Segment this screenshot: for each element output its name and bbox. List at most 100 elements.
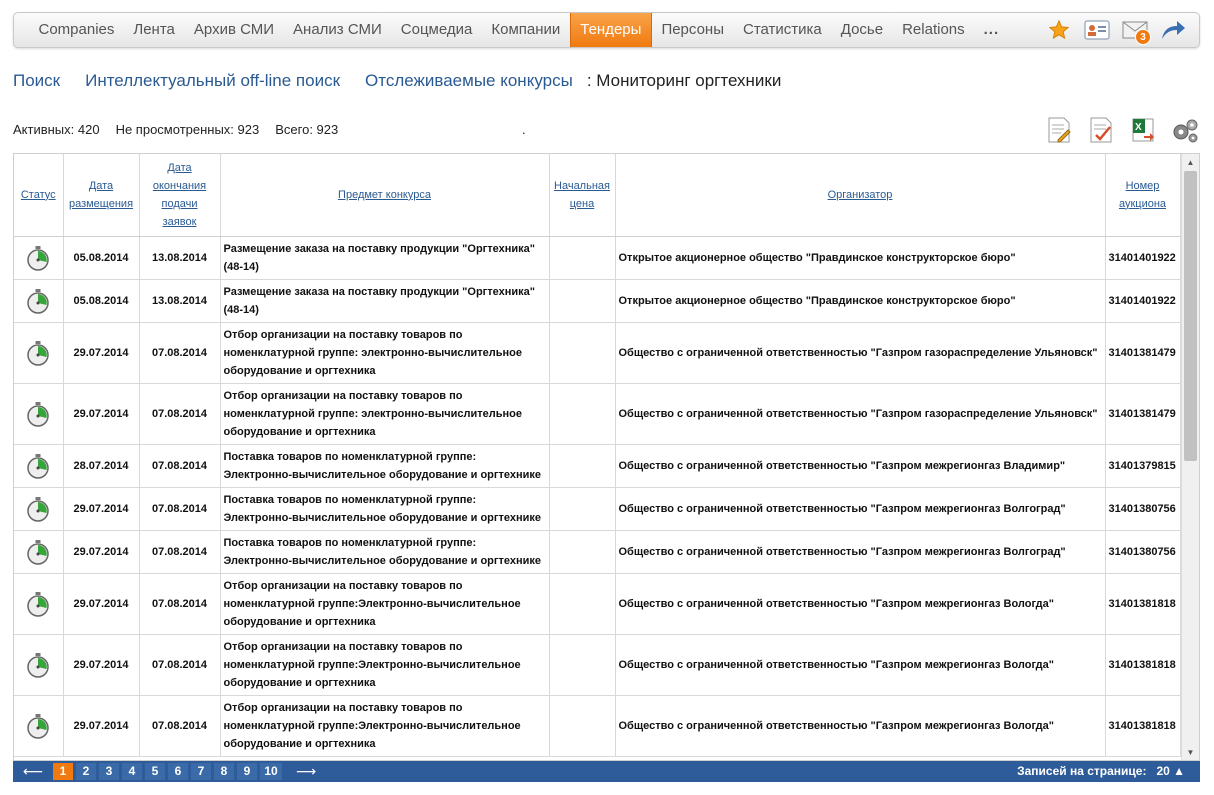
- organizer-cell[interactable]: Общество с ограниченной ответственностью…: [615, 322, 1106, 384]
- subject-cell[interactable]: Размещение заказа на поставку продукции …: [220, 236, 550, 280]
- column-header-price[interactable]: Начальная цена: [549, 154, 616, 237]
- records-per-page-select[interactable]: 20 ▲: [1156, 764, 1185, 778]
- price-cell: [549, 279, 616, 323]
- price-cell: [549, 573, 616, 635]
- table-row[interactable]: 05.08.2014 13.08.2014 Размещение заказа на…: [14, 279, 1181, 323]
- date-posted-cell: 05.08.2014: [63, 279, 140, 323]
- date-posted-cell: 29.07.2014: [63, 573, 140, 635]
- settings-gears-icon[interactable]: [1170, 115, 1200, 145]
- date-end-cell: 07.08.2014: [139, 530, 221, 574]
- breadcrumb-offline-search[interactable]: Интеллектуальный off-line поиск: [85, 71, 340, 91]
- organizer-cell[interactable]: Общество с ограниченной ответственностью…: [615, 383, 1106, 445]
- vertical-scrollbar[interactable]: ▲ ▼: [1181, 154, 1199, 760]
- next-page-arrow-icon[interactable]: ⟶: [289, 763, 323, 780]
- page-number-4[interactable]: 4: [122, 763, 142, 780]
- nav-menu: Companies Лента Архив СМИ Анализ СМИ Соцмеди…: [29, 13, 1009, 47]
- page-number-10[interactable]: 10: [260, 763, 282, 780]
- page-number-3[interactable]: 3: [99, 763, 119, 780]
- table-row[interactable]: 05.08.2014 13.08.2014 Размещение заказа на…: [14, 236, 1181, 280]
- checklist-icon[interactable]: [1086, 115, 1116, 145]
- organizer-cell[interactable]: Общество с ограниченной ответственностью…: [615, 530, 1106, 574]
- date-posted-cell: 29.07.2014: [63, 383, 140, 445]
- nav-item-4[interactable]: Соцмедиа: [391, 13, 482, 47]
- nav-item-3[interactable]: Анализ СМИ: [284, 13, 392, 47]
- subject-cell[interactable]: Отбор организации на поставку товаров по…: [220, 573, 550, 635]
- auction-number-cell: 31401381818: [1105, 634, 1181, 696]
- page-number-5[interactable]: 5: [145, 763, 165, 780]
- scroll-up-arrow-icon[interactable]: ▲: [1182, 154, 1199, 170]
- nav-item-0[interactable]: Companies: [29, 13, 124, 47]
- scroll-down-arrow-icon[interactable]: ▼: [1182, 744, 1199, 760]
- column-header-organizer[interactable]: Организатор: [615, 154, 1106, 237]
- page-number-6[interactable]: 6: [168, 763, 188, 780]
- column-header-date-posted[interactable]: Дата размещения: [63, 154, 140, 237]
- organizer-cell[interactable]: Открытое акционерное общество "Правдинск…: [615, 236, 1106, 280]
- subject-cell[interactable]: Поставка товаров по номенклатурной групп…: [220, 530, 550, 574]
- page-number-2[interactable]: 2: [76, 763, 96, 780]
- nav-item-11[interactable]: ...: [974, 13, 1009, 47]
- table-row[interactable]: 29.07.2014 07.08.2014 Поставка товаров по …: [14, 487, 1181, 531]
- page-number-1[interactable]: 1: [53, 763, 73, 780]
- contact-card-icon[interactable]: [1083, 17, 1111, 43]
- organizer-cell[interactable]: Общество с ограниченной ответственностью…: [615, 573, 1106, 635]
- page-number-7[interactable]: 7: [191, 763, 211, 780]
- organizer-cell[interactable]: Общество с ограниченной ответственностью…: [615, 634, 1106, 696]
- column-header-auction-number[interactable]: Номер аукциона: [1105, 154, 1181, 237]
- nav-item-8[interactable]: Статистика: [733, 13, 831, 47]
- nav-item-6[interactable]: Тендеры: [569, 13, 652, 47]
- mail-icon[interactable]: 3: [1121, 17, 1151, 45]
- table-row[interactable]: 28.07.2014 07.08.2014 Поставка товаров по …: [14, 444, 1181, 488]
- favorites-star-icon[interactable]: [1045, 17, 1073, 43]
- table-row[interactable]: 29.07.2014 07.08.2014 Отбор организации на…: [14, 634, 1181, 696]
- nav-item-5[interactable]: Компании: [482, 13, 570, 47]
- nav-item-9[interactable]: Досье: [831, 13, 892, 47]
- edit-notes-icon[interactable]: [1044, 115, 1074, 145]
- organizer-cell[interactable]: Общество с ограниченной ответственностью…: [615, 487, 1106, 531]
- subject-cell[interactable]: Отбор организации на поставку товаров по…: [220, 383, 550, 445]
- status-cell: [14, 695, 64, 757]
- subject-cell[interactable]: Размещение заказа на поставку продукции …: [220, 279, 550, 323]
- subject-cell[interactable]: Отбор организации на поставку товаров по…: [220, 322, 550, 384]
- auction-number-cell: 31401401922: [1105, 236, 1181, 280]
- status-cell: [14, 322, 64, 384]
- auction-number-cell: 31401381818: [1105, 573, 1181, 635]
- organizer-cell[interactable]: Общество с ограниченной ответственностью…: [615, 444, 1106, 488]
- column-header-subject[interactable]: Предмет конкурса: [220, 154, 550, 237]
- table-row[interactable]: 29.07.2014 07.08.2014 Отбор организации на…: [14, 322, 1181, 384]
- subject-cell[interactable]: Поставка товаров по номенклатурной групп…: [220, 487, 550, 531]
- breadcrumb-search[interactable]: Поиск: [13, 71, 60, 91]
- auction-number-cell: 31401381479: [1105, 383, 1181, 445]
- table-row[interactable]: 29.07.2014 07.08.2014 Отбор организации на…: [14, 383, 1181, 445]
- column-header-date-end[interactable]: Дата окончания подачи заявок: [139, 154, 221, 237]
- svg-text:X: X: [1135, 122, 1142, 133]
- nav-item-2[interactable]: Архив СМИ: [184, 13, 283, 47]
- table-row[interactable]: 29.07.2014 07.08.2014 Отбор организации на…: [14, 573, 1181, 635]
- scrollbar-thumb[interactable]: [1184, 171, 1197, 461]
- nav-item-10[interactable]: Relations: [893, 13, 975, 47]
- stopwatch-status-icon: [17, 401, 60, 427]
- excel-export-icon[interactable]: X: [1128, 115, 1158, 145]
- breadcrumb: Поиск Интеллектуальный off-line поиск От…: [13, 71, 781, 91]
- organizer-cell[interactable]: Открытое акционерное общество "Правдинск…: [615, 279, 1106, 323]
- price-cell: [549, 634, 616, 696]
- price-cell: [549, 322, 616, 384]
- organizer-cell[interactable]: Общество с ограниченной ответственностью…: [615, 695, 1106, 757]
- nav-item-7[interactable]: Персоны: [652, 13, 734, 47]
- subject-cell[interactable]: Отбор организации на поставку товаров по…: [220, 695, 550, 757]
- page-number-8[interactable]: 8: [214, 763, 234, 780]
- table-row[interactable]: 29.07.2014 07.08.2014 Отбор организации на…: [14, 695, 1181, 757]
- breadcrumb-tracked-tenders[interactable]: Отслеживаемые конкурсы: [365, 71, 573, 91]
- auction-number-cell: 31401380756: [1105, 487, 1181, 531]
- table-row[interactable]: 29.07.2014 07.08.2014 Поставка товаров по …: [14, 530, 1181, 574]
- share-arrow-icon[interactable]: [1159, 17, 1187, 43]
- status-cell: [14, 573, 64, 635]
- date-end-cell: 07.08.2014: [139, 573, 221, 635]
- subject-cell[interactable]: Отбор организации на поставку товаров по…: [220, 634, 550, 696]
- subject-cell[interactable]: Поставка товаров по номенклатурной групп…: [220, 444, 550, 488]
- status-cell: [14, 487, 64, 531]
- page-number-9[interactable]: 9: [237, 763, 257, 780]
- column-header-status[interactable]: Статус: [14, 154, 64, 237]
- nav-item-1[interactable]: Лента: [124, 13, 185, 47]
- stopwatch-status-icon: [17, 496, 60, 522]
- prev-page-arrow-icon[interactable]: ⟵: [13, 763, 53, 780]
